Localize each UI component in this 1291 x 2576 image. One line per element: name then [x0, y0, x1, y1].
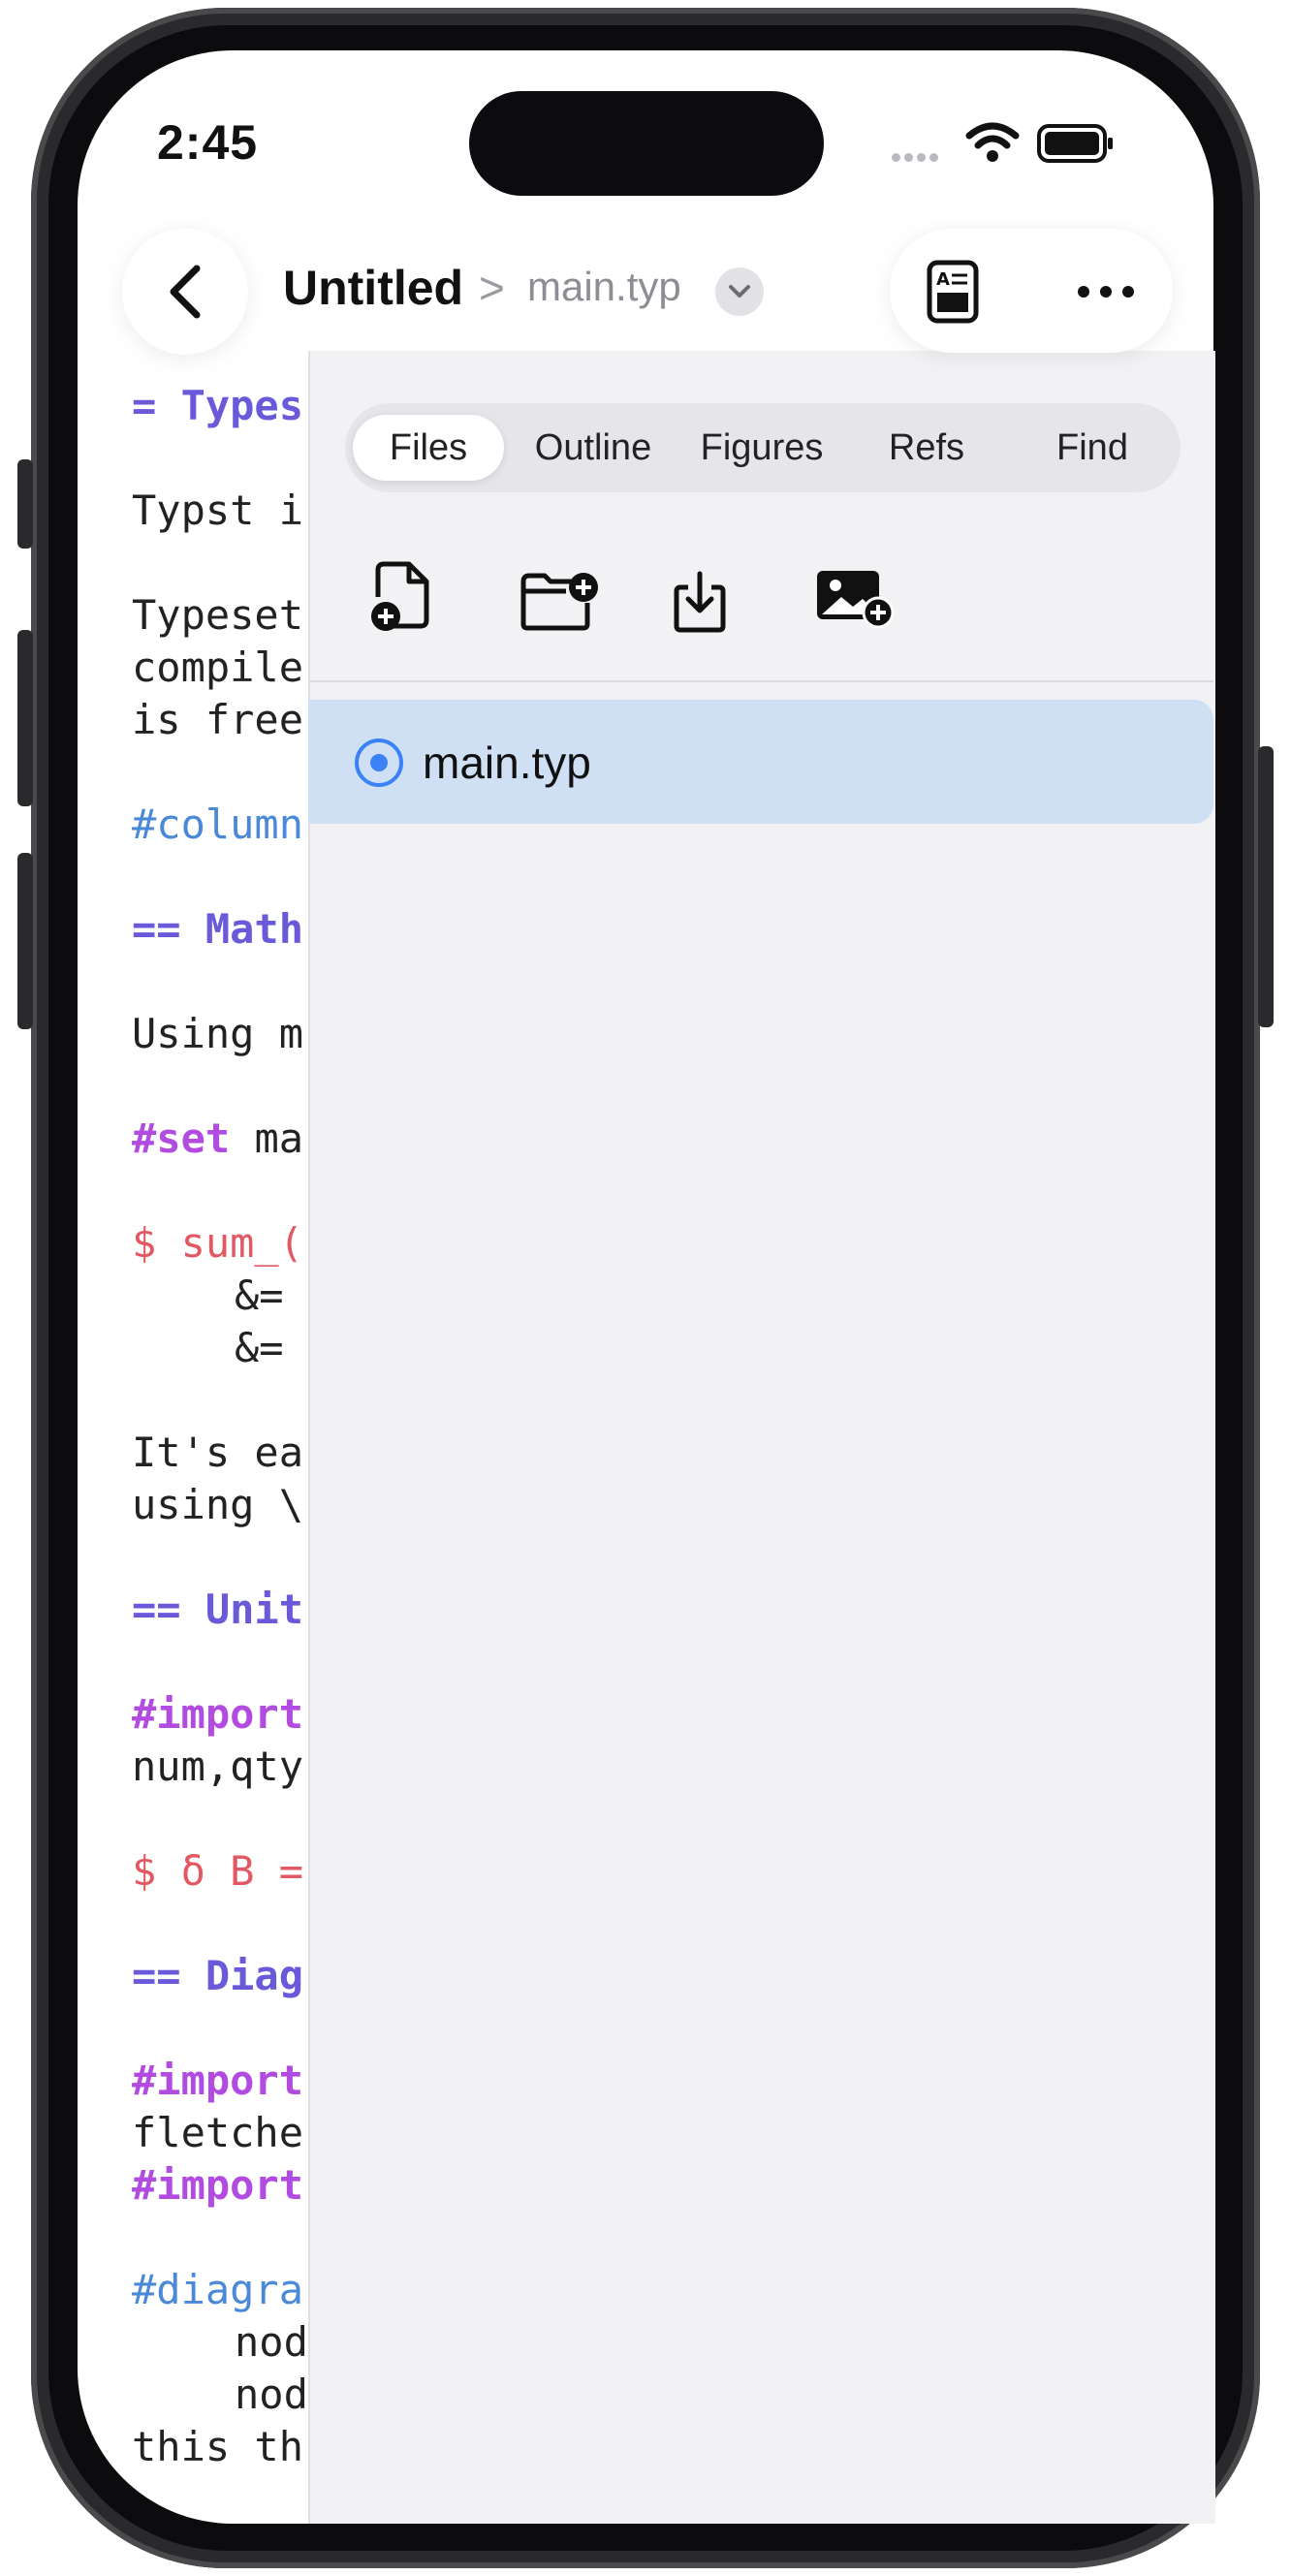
- tab-refs[interactable]: Refs: [849, 415, 1004, 481]
- wifi-icon: [965, 122, 1020, 162]
- import-file-icon[interactable]: [673, 570, 727, 634]
- breadcrumb-file[interactable]: main.typ: [527, 264, 681, 310]
- files-panel: [308, 351, 1215, 2524]
- code-line: compile: [132, 644, 304, 691]
- code-line: == Unit: [132, 1586, 304, 1633]
- project-title[interactable]: Untitled: [283, 260, 463, 316]
- code-line: using \: [132, 1481, 304, 1528]
- code-line: #set ma: [132, 1115, 304, 1162]
- code-line: #diagra: [132, 2266, 304, 2313]
- preview-document-icon[interactable]: A: [927, 260, 979, 324]
- svg-text:A: A: [936, 269, 950, 290]
- chevron-down-icon: [729, 285, 750, 298]
- add-image-icon[interactable]: [814, 566, 896, 630]
- code-line: this th: [132, 2423, 304, 2470]
- panel-divider: [308, 680, 1213, 682]
- tab-find[interactable]: Find: [1012, 415, 1173, 481]
- volume-down-button: [17, 853, 33, 1029]
- code-line: &=: [235, 1272, 284, 1319]
- tab-files[interactable]: Files: [353, 415, 504, 481]
- code-line: #column: [132, 801, 304, 848]
- code-line: nod: [235, 2371, 308, 2418]
- battery-icon: [1037, 124, 1113, 163]
- code-line: = Types: [132, 382, 304, 429]
- code-line: is free: [132, 696, 304, 743]
- code-line: nod: [235, 2318, 308, 2366]
- code-line: fletche: [132, 2109, 304, 2156]
- code-line: #import: [132, 2057, 304, 2104]
- code-line: It's ea: [132, 1429, 304, 1476]
- code-line: #import: [132, 2161, 304, 2209]
- chevron-left-icon: [170, 265, 201, 319]
- more-options-icon[interactable]: [1076, 279, 1136, 304]
- cellular-signal-icon: [892, 149, 942, 167]
- dynamic-island: [469, 91, 824, 196]
- new-folder-icon[interactable]: [520, 568, 599, 632]
- code-line: $ δ B =: [132, 1847, 304, 1895]
- status-time: 2:45: [157, 115, 259, 170]
- back-button[interactable]: [122, 229, 248, 355]
- file-name: main.typ: [423, 738, 591, 788]
- action-button: [17, 459, 33, 549]
- code-line: Typeset: [132, 591, 304, 639]
- power-button: [1258, 746, 1274, 1027]
- selected-file-radio-icon: [355, 738, 403, 787]
- code-line: == Math: [132, 905, 304, 953]
- file-menu-button[interactable]: [715, 267, 764, 316]
- new-file-icon[interactable]: [368, 560, 436, 634]
- breadcrumb-separator: >: [479, 263, 505, 313]
- code-line: Using m: [132, 1010, 304, 1057]
- code-line: Typst i: [132, 487, 304, 534]
- code-line: num,qty: [132, 1743, 304, 1790]
- tab-figures[interactable]: Figures: [682, 415, 841, 481]
- code-line: == Diag: [132, 1952, 304, 1999]
- code-line: $ sum_(: [132, 1219, 304, 1267]
- code-line: #import: [132, 1690, 304, 1738]
- tab-outline[interactable]: Outline: [512, 415, 675, 481]
- code-line: &=: [235, 1324, 284, 1371]
- volume-up-button: [17, 630, 33, 806]
